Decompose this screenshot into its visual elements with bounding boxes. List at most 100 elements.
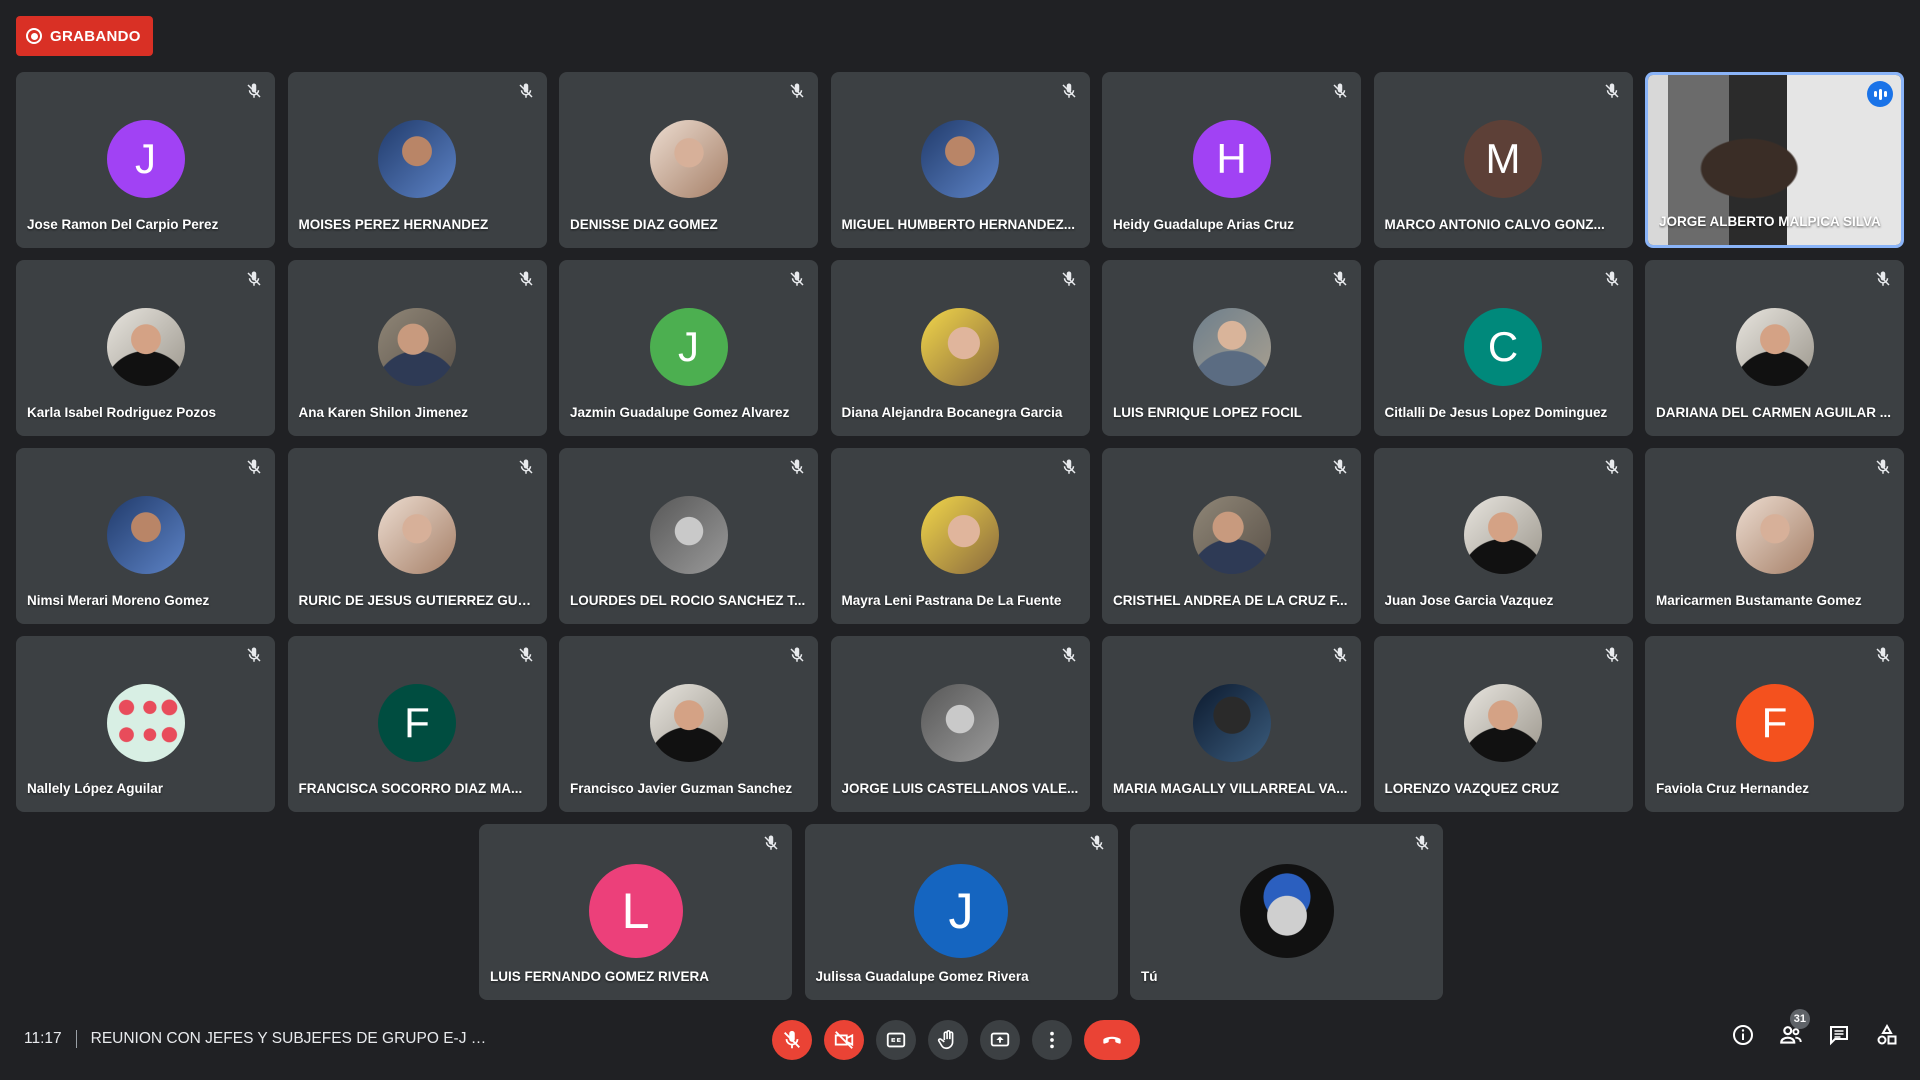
participant-name: Nallely López Aguilar: [27, 781, 164, 796]
toggle-camera-button[interactable]: [824, 1020, 864, 1060]
participant-name: FRANCISCA SOCORRO DIAZ MA...: [298, 781, 523, 796]
leave-call-button[interactable]: [1084, 1020, 1140, 1060]
mic-off-icon: [1876, 647, 1890, 662]
participant-tile[interactable]: Juan Jose Garcia Vazquez: [1373, 448, 1633, 624]
avatar: F: [378, 684, 456, 762]
participant-tile[interactable]: Karla Isabel Rodriguez Pozos: [16, 260, 275, 436]
participant-grid-bottom-row: L LUIS FERNANDO GOMEZ RIVERA J Julissa Guad…: [479, 824, 1443, 1000]
participant-tile[interactable]: Mayra Leni Pastrana De La Fuente: [830, 448, 1090, 624]
participant-tile[interactable]: MIGUEL HUMBERTO HERNANDEZ...: [830, 72, 1090, 248]
avatar-photo: [1192, 308, 1271, 386]
meeting-details-button[interactable]: [1730, 1022, 1756, 1048]
avatar-initial: F: [1761, 699, 1788, 746]
activities-button[interactable]: [1874, 1022, 1900, 1048]
avatar-initial: M: [1485, 135, 1521, 182]
avatar-photo: [378, 496, 456, 574]
avatar: L: [588, 864, 683, 958]
avatar-initial: F: [404, 699, 430, 746]
participant-tile[interactable]: Nimsi Merari Moreno Gomez: [16, 448, 275, 624]
participant-tile[interactable]: J Julissa Guadalupe Gomez Rivera: [804, 824, 1118, 1000]
participant-name: Jazmin Guadalupe Gomez Alvarez: [570, 405, 790, 420]
avatar: C: [1464, 308, 1542, 386]
mic-off-icon: [247, 271, 261, 286]
avatar-photo: [1192, 496, 1271, 574]
participant-tile[interactable]: H Heidy Guadalupe Arias Cruz: [1102, 72, 1361, 248]
mic-off-icon: [1876, 271, 1890, 286]
mic-off-icon: [1333, 647, 1347, 662]
participant-name: LOURDES DEL ROCIO SANCHEZ T...: [570, 593, 806, 608]
avatar: J: [106, 120, 185, 198]
participant-tile[interactable]: L LUIS FERNANDO GOMEZ RIVERA: [479, 824, 792, 1000]
participant-tile[interactable]: F Faviola Cruz Hernandez: [1645, 636, 1904, 812]
participant-name: MARCO ANTONIO CALVO GONZ...: [1384, 217, 1605, 232]
avatar-photo: [378, 120, 456, 198]
meeting-time: 11:17: [24, 1030, 62, 1047]
present-button[interactable]: [980, 1020, 1020, 1060]
avatar-photo: [1192, 684, 1271, 762]
mic-off-icon: [1604, 459, 1619, 474]
participant-tile[interactable]: LOURDES DEL ROCIO SANCHEZ T...: [559, 448, 818, 624]
participant-tile[interactable]: CRISTHEL ANDREA DE LA CRUZ F...: [1102, 448, 1361, 624]
participant-tile[interactable]: Maricarmen Bustamante Gomez: [1645, 448, 1904, 624]
mic-off-icon: [1061, 83, 1076, 98]
participant-name: Tú: [1141, 969, 1158, 984]
participant-name: Faviola Cruz Hernandez: [1656, 781, 1810, 796]
avatar-photo: [649, 120, 728, 198]
participant-tile[interactable]: LORENZO VAZQUEZ CRUZ: [1373, 636, 1633, 812]
participant-tile[interactable]: MARIA MAGALLY VILLARREAL VA...: [1102, 636, 1361, 812]
participant-tile[interactable]: C Citlalli De Jesus Lopez Dominguez: [1373, 260, 1633, 436]
participant-tile[interactable]: Ana Karen Shilon Jimenez: [287, 260, 547, 436]
participant-tile[interactable]: Francisco Javier Guzman Sanchez: [559, 636, 818, 812]
participant-name: RURIC DE JESUS GUTIERREZ GUTI...: [298, 593, 536, 608]
participant-name: Maricarmen Bustamante Gomez: [1656, 593, 1862, 608]
participant-name: MIGUEL HUMBERTO HERNANDEZ...: [841, 217, 1076, 232]
avatar-photo: [378, 308, 456, 386]
participant-name: Julissa Guadalupe Gomez Rivera: [815, 969, 1029, 984]
participant-tile[interactable]: Diana Alejandra Bocanegra Garcia: [830, 260, 1090, 436]
mic-off-icon: [1415, 835, 1429, 850]
participant-tile[interactable]: Tú: [1130, 824, 1443, 1000]
participant-tile[interactable]: MOISES PEREZ HERNANDEZ: [287, 72, 547, 248]
participant-tile[interactable]: RURIC DE JESUS GUTIERREZ GUTI...: [287, 448, 547, 624]
captions-button[interactable]: [876, 1020, 916, 1060]
more-options-button[interactable]: [1032, 1020, 1072, 1060]
participant-name: LORENZO VAZQUEZ CRUZ: [1384, 781, 1560, 796]
participant-name: MARIA MAGALLY VILLARREAL VA...: [1113, 781, 1348, 796]
avatar-initial: J: [948, 883, 974, 939]
activities-icon: [1877, 1023, 1897, 1045]
mic-off-icon: [1333, 459, 1347, 474]
meeting-title[interactable]: REUNION CON JEFES Y SUBJEFES DE GRUPO E-…: [91, 1030, 491, 1048]
participant-tile[interactable]: Nallely López Aguilar: [16, 636, 275, 812]
participant-tile[interactable]: J Jose Ramon Del Carpio Perez: [16, 72, 275, 248]
participant-tile[interactable]: M MARCO ANTONIO CALVO GONZ...: [1373, 72, 1633, 248]
chat-button[interactable]: [1826, 1022, 1852, 1048]
participant-tile[interactable]: JORGE LUIS CASTELLANOS VALE...: [830, 636, 1090, 812]
participant-name: JORGE LUIS CASTELLANOS VALE...: [841, 781, 1079, 796]
participant-name: Jose Ramon Del Carpio Perez: [27, 217, 219, 232]
mic-off-icon: [1061, 271, 1076, 286]
speaking-indicator-icon: [1867, 81, 1893, 107]
participant-tile[interactable]: DARIANA DEL CARMEN AGUILAR ...: [1645, 260, 1904, 436]
avatar-initial: J: [135, 135, 156, 182]
participant-tile[interactable]: DENISSE DIAZ GOMEZ: [559, 72, 818, 248]
avatar-photo: [1735, 496, 1814, 574]
mic-off-icon: [790, 83, 804, 98]
mic-off-icon: [784, 1030, 800, 1049]
participant-tile[interactable]: LUIS ENRIQUE LOPEZ FOCIL: [1102, 260, 1361, 436]
mic-off-icon: [518, 271, 533, 286]
raise-hand-button[interactable]: [928, 1020, 968, 1060]
mic-off-icon: [1604, 647, 1619, 662]
avatar: H: [1192, 120, 1271, 198]
people-button[interactable]: 31: [1778, 1009, 1810, 1048]
participant-tile[interactable]: F FRANCISCA SOCORRO DIAZ MA...: [287, 636, 547, 812]
mic-off-icon: [518, 647, 533, 662]
mic-off-icon: [518, 459, 533, 474]
participant-name: LUIS FERNANDO GOMEZ RIVERA: [490, 969, 710, 984]
participant-name: Ana Karen Shilon Jimenez: [298, 405, 469, 420]
toggle-mic-button[interactable]: [772, 1020, 812, 1060]
participant-tile[interactable]: J Jazmin Guadalupe Gomez Alvarez: [559, 260, 818, 436]
camera-off-icon: [834, 1031, 854, 1049]
participant-tile[interactable]: JORGE ALBERTO MALPICA SILVA: [1645, 72, 1904, 248]
mic-off-icon: [790, 647, 804, 662]
recording-badge: GRABANDO: [16, 16, 153, 56]
